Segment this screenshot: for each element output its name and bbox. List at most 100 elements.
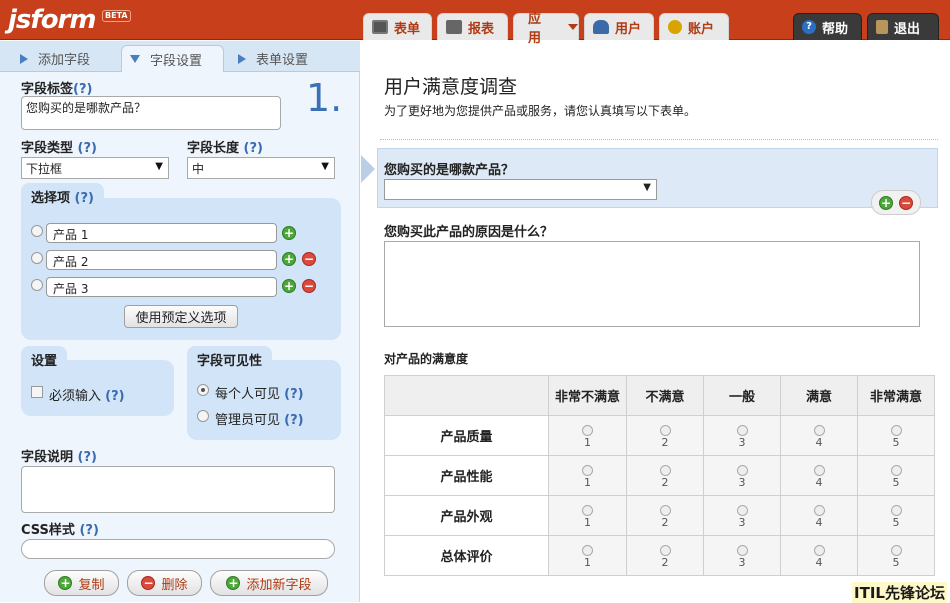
matrix-cell[interactable]: 5 (857, 415, 935, 456)
matrix-radio[interactable] (890, 424, 902, 436)
add-option-icon[interactable]: + (282, 252, 296, 266)
matrix-radio[interactable] (736, 504, 748, 516)
add-field-icon[interactable]: + (879, 196, 893, 210)
help-link[interactable]: (?) (75, 191, 94, 206)
matrix-cell[interactable]: 3 (703, 535, 781, 576)
field-length-select[interactable]: 中 (187, 157, 335, 179)
field-desc-title: 字段说明 (?) (21, 450, 97, 465)
help-link[interactable]: (?) (105, 389, 124, 404)
predefined-options-button[interactable]: 使用预定义选项 (124, 305, 238, 328)
matrix-radio[interactable] (736, 424, 748, 436)
help-link[interactable]: (?) (284, 387, 303, 402)
matrix-cell[interactable]: 4 (780, 535, 858, 576)
nav-account[interactable]: 账户 (659, 13, 729, 40)
tab-form-settings[interactable]: 表单设置 (230, 45, 336, 72)
help-link[interactable]: (?) (73, 82, 92, 97)
nav-report[interactable]: 报表 (437, 13, 508, 40)
add-new-field-button[interactable]: + 添加新字段 (210, 570, 328, 596)
matrix-cell[interactable]: 2 (626, 495, 704, 536)
field-label-input[interactable]: 您购买的是哪款产品？ (21, 96, 281, 130)
question-label: 您购买此产品的原因是什么？ (384, 225, 554, 240)
matrix-cell[interactable]: 1 (548, 535, 627, 576)
matrix-cell[interactable]: 1 (548, 415, 627, 456)
matrix-radio[interactable] (659, 464, 671, 476)
matrix-cell[interactable]: 2 (626, 415, 704, 456)
matrix-cell[interactable]: 1 (548, 455, 627, 496)
matrix-radio[interactable] (736, 464, 748, 476)
matrix-radio[interactable] (582, 504, 593, 516)
option-radio[interactable] (31, 279, 43, 291)
option-input[interactable]: 产品 1 (46, 223, 277, 243)
required-checkbox[interactable] (31, 386, 43, 398)
visible-everyone-radio[interactable] (197, 384, 209, 396)
nav-help[interactable]: ? 帮助 (793, 13, 862, 40)
nav-logout[interactable]: 退出 (867, 13, 939, 40)
option-input[interactable]: 产品 2 (46, 250, 277, 270)
reason-textarea[interactable] (384, 241, 920, 327)
matrix-cell[interactable]: 4 (780, 455, 858, 496)
copy-button[interactable]: + 复制 (44, 570, 119, 596)
matrix-value: 4 (815, 435, 823, 449)
help-link[interactable]: (?) (78, 141, 97, 156)
matrix-cell[interactable]: 3 (703, 415, 781, 456)
nav-help-label: 帮助 (822, 21, 849, 37)
matrix-cell[interactable]: 3 (703, 495, 781, 536)
matrix-cell[interactable]: 5 (857, 495, 935, 536)
matrix-radio[interactable] (659, 424, 671, 436)
help-link[interactable]: (?) (244, 141, 263, 156)
field-type-select[interactable]: 下拉框 (21, 157, 169, 179)
tab-add-field[interactable]: 添加字段 (12, 45, 118, 72)
matrix-cell[interactable]: 5 (857, 455, 935, 496)
help-link[interactable]: (?) (78, 450, 97, 465)
question-label: 您购买的是哪款产品？ (384, 163, 515, 178)
matrix-cell[interactable]: 4 (780, 495, 858, 536)
matrix-radio[interactable] (813, 464, 825, 476)
matrix-value: 1 (584, 435, 591, 449)
nav-user[interactable]: 用户 (584, 13, 654, 40)
add-option-icon[interactable]: + (282, 226, 296, 240)
divider (380, 139, 938, 140)
remove-field-icon[interactable]: − (899, 196, 913, 210)
help-link[interactable]: (?) (79, 523, 98, 538)
matrix-radio[interactable] (582, 464, 593, 476)
matrix-radio[interactable] (582, 544, 593, 556)
help-link[interactable]: (?) (284, 413, 303, 428)
matrix-radio[interactable] (736, 544, 748, 556)
satisfaction-matrix: 非常不满意 不满意 一般 满意 非常满意 产品质量 1 2 3 4 5 产品性能… (384, 375, 935, 576)
matrix-radio[interactable] (890, 464, 902, 476)
matrix-cell[interactable]: 3 (703, 455, 781, 496)
matrix-cell[interactable]: 2 (626, 535, 704, 576)
matrix-radio[interactable] (813, 544, 825, 556)
tab-field-settings[interactable]: 字段设置 (121, 45, 224, 72)
delete-button[interactable]: − 删除 (127, 570, 202, 596)
matrix-cell[interactable]: 5 (857, 535, 935, 576)
form-title: 用户满意度调查 (384, 76, 518, 98)
matrix-cell[interactable]: 2 (626, 455, 704, 496)
matrix-radio[interactable] (813, 504, 825, 516)
add-option-icon[interactable]: + (282, 279, 296, 293)
matrix-radio[interactable] (659, 544, 671, 556)
option-input[interactable]: 产品 3 (46, 277, 277, 297)
css-input[interactable] (21, 539, 335, 559)
matrix-cell[interactable]: 1 (548, 495, 627, 536)
matrix-radio[interactable] (582, 424, 593, 436)
matrix-radio[interactable] (890, 504, 902, 516)
option-radio[interactable] (31, 252, 43, 264)
chevron-down-icon (568, 24, 578, 30)
nav-form[interactable]: 表单 (363, 13, 432, 40)
visible-admin-radio[interactable] (197, 410, 209, 422)
exit-icon (876, 20, 888, 34)
product-select[interactable] (384, 179, 657, 200)
app-logo[interactable]: jsform (8, 5, 96, 35)
matrix-radio[interactable] (890, 544, 902, 556)
matrix-radio[interactable] (659, 504, 671, 516)
remove-option-icon[interactable]: − (302, 252, 316, 266)
option-radio[interactable] (31, 225, 43, 237)
matrix-radio[interactable] (813, 424, 825, 436)
field-desc-input[interactable] (21, 466, 335, 513)
matrix-cell[interactable]: 4 (780, 415, 858, 456)
nav-app[interactable]: 应用 (513, 12, 579, 46)
delete-button-label: 删除 (161, 577, 188, 593)
remove-option-icon[interactable]: − (302, 279, 316, 293)
form-icon (372, 20, 388, 34)
